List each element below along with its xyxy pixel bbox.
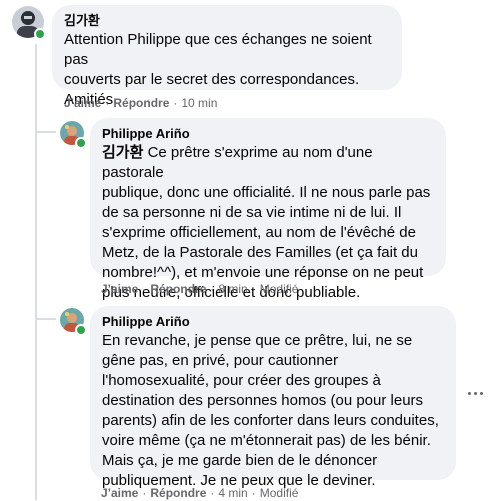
comment-actions: J’aime · Répondre · 4 min · Modifié [101,486,299,500]
edited-label[interactable]: Modifié [260,486,299,500]
timestamp[interactable]: 8 min [218,282,247,296]
like-button[interactable]: J’aime [101,486,138,500]
thread-line-reply-1 [36,131,56,133]
comment-actions: J’aime · Répondre · 10 min [64,96,218,110]
comment-text: En revanche, je pense que ce prêtre, lui… [102,332,439,489]
reply-button[interactable]: Répondre [113,96,169,110]
comment-author[interactable]: 김가환 [64,13,390,29]
online-status-dot [34,28,46,40]
comment-bubble: Philippe Ariño En revanche, je pense que… [90,306,456,489]
comment-author[interactable]: Philippe Ariño [102,126,434,142]
online-status-dot [75,137,87,149]
timestamp[interactable]: 4 min [218,486,247,500]
comment-bubble: Philippe Ariño 김가환 Ce prêtre s'exprime a… [90,118,446,301]
comment-author[interactable]: Philippe Ariño [102,314,444,330]
more-options-icon[interactable] [463,381,487,405]
edited-label[interactable]: Modifié [260,282,299,296]
comment-actions: J’aime · Répondre · 8 min · Modifié [101,282,299,296]
like-button[interactable]: J’aime [101,282,138,296]
online-status-dot [75,324,87,336]
thread-line-reply-2 [36,318,56,320]
reply-button[interactable]: Répondre [150,282,206,296]
comment-text: 김가환 Ce prêtre s'exprime au nom d'une pas… [102,144,431,301]
reply-button[interactable]: Répondre [150,486,206,500]
timestamp[interactable]: 10 min [181,96,217,110]
mention-link[interactable]: 김가환 [102,144,143,161]
like-button[interactable]: J’aime [64,96,101,110]
comment-bubble: 김가환 Attention Philippe que ces échanges … [52,5,402,108]
thread-line-main [35,44,37,500]
